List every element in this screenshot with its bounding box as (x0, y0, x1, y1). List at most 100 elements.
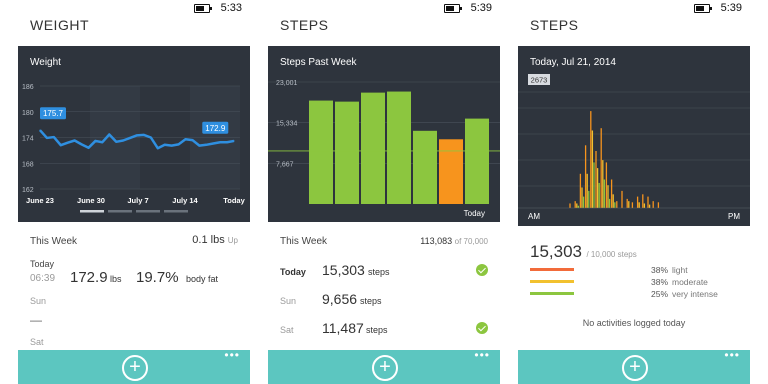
weight-chart-panel[interactable]: Weight 186 180 174 168 162 175.7 172.9 June 23 J… (18, 46, 250, 222)
today-label: Today (30, 259, 55, 269)
weight-point (67, 142, 69, 144)
weight-entry-row[interactable]: 06:39 172.9 lbs 19.7% body fat (30, 269, 238, 289)
y-tick-label: 162 (22, 187, 34, 194)
weight-point (150, 136, 152, 139)
steps-chart-panel[interactable]: Steps Past Week 23,001 15,334 7,667 Today (268, 46, 500, 222)
weight-point (39, 129, 41, 131)
more-options-button[interactable]: ••• (724, 348, 740, 362)
weekly-trend: Up (227, 236, 238, 245)
day-steps-unit: steps (366, 325, 388, 335)
app-bar: + ••• (518, 348, 750, 384)
intraday-steps-chart[interactable]: 2673 AM PM (518, 46, 750, 226)
x-tick-label: AM (528, 212, 540, 221)
y-tick-label: 15,334 (276, 121, 298, 128)
y-tick-label: 7,667 (276, 161, 294, 168)
sun-label: Sun (30, 296, 47, 306)
status-time: 5:39 (470, 2, 492, 14)
weight-point (184, 138, 187, 140)
weight-screen: 5:33 WEIGHT Weight 186 180 174 168 162 175.7 1… (18, 0, 250, 384)
x-tick-label: Today (464, 209, 485, 218)
page-indicator (164, 210, 188, 213)
steps-total: 15,303 / 10,000 steps (530, 242, 637, 262)
value-callout-label: 172.9 (205, 124, 226, 133)
legend-label: very intense (672, 289, 718, 299)
page-indicator (108, 210, 132, 213)
legend-label: moderate (672, 277, 708, 287)
add-button[interactable]: + (622, 355, 648, 381)
weight-line-chart[interactable]: 186 180 174 168 162 175.7 172.9 June 23 June 30 J… (18, 46, 250, 222)
legend-row-very-intense: 25% very intense (530, 289, 740, 299)
page-title: STEPS (280, 17, 329, 33)
weight-point (74, 139, 76, 142)
weekly-change-value: 0.1 lbs (192, 234, 225, 246)
steps-bar (465, 118, 489, 204)
sat-label: Sat (30, 337, 44, 347)
day-label: Sun (280, 296, 297, 306)
x-tick-label: June 23 (26, 196, 54, 205)
x-tick-label: Today (223, 196, 245, 205)
status-time: 5:33 (220, 2, 242, 14)
entry-bodyfat: 19.7% (136, 269, 179, 286)
day-steps-value: 9,656 (322, 291, 358, 307)
weight-point (87, 147, 90, 149)
steps-bar (309, 100, 333, 204)
entry-weight: 172.9 (70, 269, 108, 286)
day-row-sat[interactable]: Sat 11,487 steps (280, 320, 488, 340)
weekly-steps-goal: of 70,000 (454, 237, 488, 246)
weekly-steps: 113,083 of 70,000 (420, 236, 488, 246)
status-bar: 5:33 (18, 0, 250, 18)
weight-point (94, 140, 97, 142)
page-title: WEIGHT (30, 17, 89, 33)
day-row-today[interactable]: Today 15,303 steps (280, 262, 488, 282)
weight-point (80, 143, 83, 145)
intraday-chart-panel[interactable]: Today, Jul 21, 2014 2673 AM PM (518, 46, 750, 226)
page-title: STEPS (530, 17, 579, 33)
y-tick-label: 180 (22, 110, 34, 117)
weight-point (53, 136, 55, 138)
y-tick-label: 168 (22, 161, 34, 168)
day-steps-value: 15,303 (322, 262, 365, 278)
y-tick-label: 186 (22, 84, 34, 91)
add-button[interactable]: + (122, 355, 148, 381)
this-week-label: This Week (280, 236, 328, 247)
battery-icon (194, 4, 212, 13)
day-steps-value: 11,487 (322, 320, 364, 336)
more-options-button[interactable]: ••• (474, 348, 490, 362)
legend-swatch (530, 280, 574, 283)
legend-row-light: 38% light (530, 265, 740, 275)
battery-icon (444, 4, 462, 13)
battery-icon (694, 4, 712, 13)
weight-point (164, 144, 166, 146)
steps-bar (335, 101, 359, 204)
status-bar: 5:39 (268, 0, 500, 18)
entry-weight-unit: lbs (110, 274, 122, 284)
steps-bar (387, 91, 411, 204)
weight-point (212, 142, 214, 145)
steps-total-value: 15,303 (530, 242, 582, 261)
steps-bar-chart[interactable]: 23,001 15,334 7,667 Today (268, 46, 500, 222)
weight-point (122, 139, 124, 142)
weight-point (198, 145, 200, 147)
goal-met-check-icon (476, 264, 488, 276)
day-row-sun[interactable]: Sun 9,656 steps (280, 291, 488, 311)
weight-point (46, 137, 48, 139)
legend-label: light (672, 265, 688, 275)
status-bar: 5:39 (518, 0, 750, 18)
more-options-button[interactable]: ••• (224, 348, 240, 362)
page-indicator (80, 210, 104, 213)
app-bar: + ••• (18, 348, 250, 384)
legend-row-moderate: 38% moderate (530, 277, 740, 287)
steps-bar (413, 130, 437, 204)
weight-point (177, 143, 180, 145)
y-tick-label: 174 (22, 136, 34, 143)
weekly-steps-value: 113,083 (420, 236, 453, 246)
weight-point (191, 139, 194, 141)
entry-time: 06:39 (30, 273, 56, 284)
legend-percent: 25% (651, 289, 669, 299)
weight-point (115, 141, 117, 143)
weight-point (226, 141, 228, 143)
weight-point (205, 144, 207, 146)
add-button[interactable]: + (372, 355, 398, 381)
legend-swatch (530, 268, 574, 271)
weight-point (129, 137, 131, 139)
